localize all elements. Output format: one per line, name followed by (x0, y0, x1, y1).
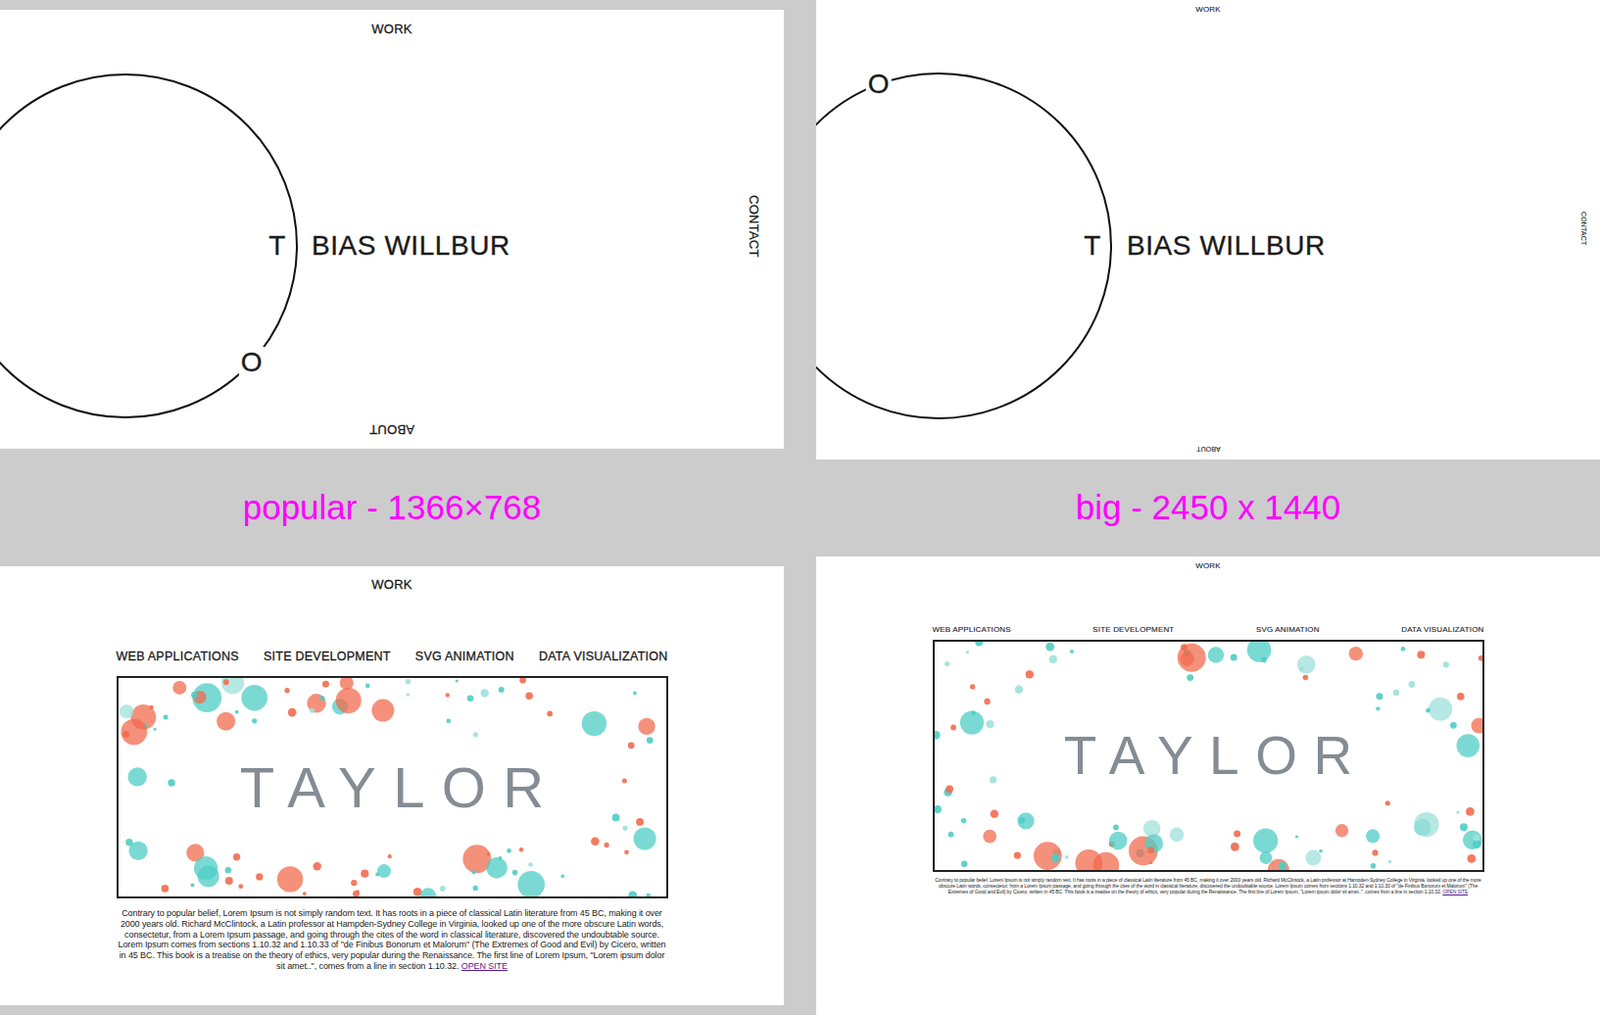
category-row: WEB APPLICATIONS SITE DEVELOPMENT SVG ANIM… (116, 648, 669, 665)
logo-name: BIAS WILLBUR (311, 230, 511, 262)
home-screen: WORK CONTACT ABOUT T BIAS WILLBUR O (0, 9, 784, 449)
logo-name: BIAS WILLBUR (1126, 230, 1326, 262)
description-text: Contrary to popular belief, Lorem Ipsum … (118, 908, 667, 971)
project-preview[interactable]: TAYLOR (932, 639, 1485, 873)
category-link[interactable]: DATA VISUALIZATION (538, 648, 669, 665)
category-link[interactable]: SITE DEVELOPMENT (263, 648, 391, 665)
work-nav: WORK (0, 9, 784, 38)
project-description: Contrary to popular belief, Lorem Ipsum … (116, 908, 669, 972)
size-label-band: big - 2450 x 1440 (816, 459, 1600, 557)
home-middle: CONTACT (0, 37, 784, 422)
category-link[interactable]: WEB APPLICATIONS (932, 625, 1012, 635)
about-nav-link[interactable]: ABOUT (1196, 444, 1221, 454)
screen-column: WORK CONTACT ABOUT T BIAS WILLBUR Obig - 2450… (816, 0, 1600, 1015)
contact-nav: CONTACT (744, 194, 785, 263)
work-nav: WORK (0, 566, 784, 593)
work-content: WEB APPLICATIONS SITE DEVELOPMENT SVG ANIM… (116, 648, 669, 972)
work-screen: WORK WEB APPLICATIONS SITE DEVELOPMENT SVG … (0, 566, 784, 1006)
contact-nav-link[interactable]: CONTACT (744, 194, 765, 258)
category-link[interactable]: SITE DEVELOPMENT (1092, 625, 1174, 635)
contact-nav: CONTACT (1578, 211, 1600, 249)
home-middle: CONTACT (816, 14, 1600, 445)
size-label: popular - 1366×768 (242, 488, 542, 528)
category-row: WEB APPLICATIONS SITE DEVELOPMENT SVG ANIM… (932, 625, 1485, 635)
open-site-link[interactable]: OPEN SITE (1442, 888, 1468, 895)
category-link[interactable]: DATA VISUALIZATION (1401, 625, 1484, 635)
logo-letter: T (1083, 230, 1102, 262)
project-description: Contrary to popular belief, Lorem Ipsum … (932, 876, 1485, 895)
about-nav-link[interactable]: ABOUT (369, 421, 415, 437)
home-screen: WORK CONTACT ABOUT T BIAS WILLBUR O (816, 0, 1600, 460)
work-nav-link[interactable]: WORK (1195, 4, 1221, 14)
work-screen: WORK WEB APPLICATIONS SITE DEVELOPMENT SVG … (816, 556, 1600, 1015)
orbit-circle (816, 72, 1113, 420)
logo-orbit-letter: O (866, 68, 892, 100)
logo-orbit-letter: O (239, 346, 265, 379)
logo-letter: T (268, 230, 287, 262)
category-link[interactable]: WEB APPLICATIONS (116, 648, 240, 665)
work-nav-link[interactable]: WORK (1195, 561, 1221, 571)
category-link[interactable]: SVG ANIMATION (415, 648, 515, 665)
about-nav: ABOUT (816, 444, 1600, 460)
size-label-band: popular - 1366×768 (0, 448, 784, 567)
contact-nav-link[interactable]: CONTACT (1578, 211, 1590, 245)
work-nav-link[interactable]: WORK (371, 21, 412, 37)
open-site-link[interactable]: OPEN SITE (461, 961, 508, 971)
size-label: big - 2450 x 1440 (1075, 488, 1341, 528)
project-title: TAYLOR (222, 756, 561, 820)
category-link[interactable]: SVG ANIMATION (1256, 625, 1320, 635)
work-nav: WORK (816, 0, 1600, 15)
description-text: Contrary to popular belief, Lorem Ipsum … (934, 876, 1482, 895)
work-content: WEB APPLICATIONS SITE DEVELOPMENT SVG ANIM… (932, 625, 1485, 895)
about-nav: ABOUT (0, 421, 784, 449)
screen-column: WORK CONTACT ABOUT T BIAS WILLBUR Opopular - … (0, 0, 784, 1015)
work-nav-link[interactable]: WORK (371, 577, 412, 592)
work-nav: WORK (816, 556, 1600, 572)
project-title: TAYLOR (1047, 726, 1368, 786)
project-preview[interactable]: TAYLOR (116, 676, 669, 899)
